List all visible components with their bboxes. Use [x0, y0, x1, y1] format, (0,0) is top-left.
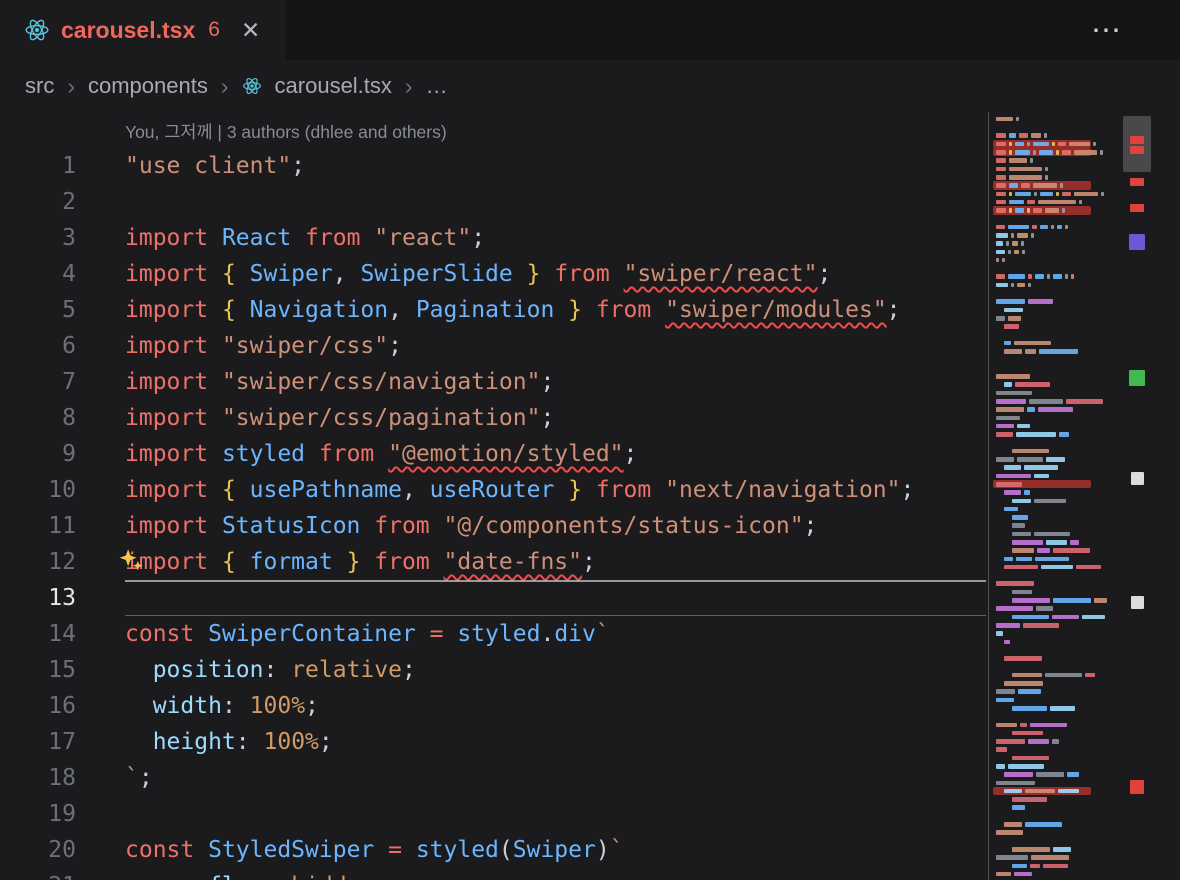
- breadcrumb-src[interactable]: src: [25, 73, 54, 99]
- line-content[interactable]: import { format } from "date-fns";: [125, 544, 986, 580]
- line-number: 12: [0, 544, 76, 580]
- line-content[interactable]: import styled from "@emotion/styled";: [125, 436, 986, 472]
- react-icon: [242, 76, 262, 96]
- line-content[interactable]: import { Swiper, SwiperSlide } from "swi…: [125, 256, 986, 292]
- code-line-11[interactable]: 11 import StatusIcon from "@/components/s…: [0, 508, 986, 544]
- line-content[interactable]: import React from "react";: [125, 220, 986, 256]
- code-line-3[interactable]: 3 import React from "react";: [0, 220, 986, 256]
- line-number: 1: [0, 148, 76, 184]
- code-line-6[interactable]: 6 import "swiper/css";: [0, 328, 986, 364]
- line-number: 2: [0, 184, 76, 220]
- minimap-content: [996, 115, 1118, 878]
- overview-ruler-mark: [1130, 178, 1144, 186]
- line-number: 3: [0, 220, 76, 256]
- overview-ruler-mark: [1130, 146, 1144, 154]
- line-number: 8: [0, 400, 76, 436]
- line-content[interactable]: height: 100%;: [125, 724, 986, 760]
- line-content[interactable]: overflow: hidden;: [125, 868, 986, 880]
- overview-ruler-mark: [1131, 472, 1144, 485]
- line-content[interactable]: import { usePathname, useRouter } from "…: [125, 472, 986, 508]
- code-line-13[interactable]: 13: [0, 580, 986, 616]
- line-number: 20: [0, 832, 76, 868]
- chevron-right-icon: ›: [221, 73, 229, 100]
- code-line-18[interactable]: 18 `;: [0, 760, 986, 796]
- line-number: 18: [0, 760, 76, 796]
- line-content[interactable]: "use client";: [125, 148, 986, 184]
- gitlens-authors-annotation[interactable]: You, 그저께 | 3 authors (dhlee and others): [0, 112, 986, 148]
- more-actions-button[interactable]: ⋯: [1091, 13, 1122, 48]
- line-content[interactable]: [125, 796, 986, 832]
- line-content[interactable]: width: 100%;: [125, 688, 986, 724]
- line-content[interactable]: import { Navigation, Pagination } from "…: [125, 292, 986, 328]
- overview-ruler-mark: [1130, 136, 1144, 144]
- line-number: 5: [0, 292, 76, 328]
- code-line-14[interactable]: 14 const SwiperContainer = styled.div`: [0, 616, 986, 652]
- breadcrumb: src › components › carousel.tsx › …: [0, 60, 1180, 112]
- overview-ruler-mark: [1129, 370, 1145, 386]
- breadcrumb-file[interactable]: carousel.tsx: [275, 73, 392, 99]
- tab-carousel-tsx[interactable]: carousel.tsx 6 ✕: [0, 0, 286, 60]
- overview-ruler-mark: [1129, 234, 1145, 250]
- code-line-1[interactable]: 1 "use client";: [0, 148, 986, 184]
- more-actions-icon: ⋯: [1091, 14, 1122, 47]
- close-icon[interactable]: ✕: [241, 19, 260, 42]
- code-line-2[interactable]: 2: [0, 184, 986, 220]
- breadcrumb-components[interactable]: components: [88, 73, 208, 99]
- chevron-right-icon: ›: [67, 73, 75, 100]
- line-content[interactable]: const StyledSwiper = styled(Swiper)`: [125, 832, 986, 868]
- code-line-19[interactable]: 19: [0, 796, 986, 832]
- line-content[interactable]: import StatusIcon from "@/components/sta…: [125, 508, 986, 544]
- code-line-20[interactable]: 20 const StyledSwiper = styled(Swiper)`: [0, 832, 986, 868]
- line-number: 14: [0, 616, 76, 652]
- vscode-window: carousel.tsx 6 ✕ ⋯ src › components › ca…: [0, 0, 1180, 880]
- scrollbar-thumb[interactable]: [1123, 116, 1151, 172]
- line-number: 10: [0, 472, 76, 508]
- line-number: 11: [0, 508, 76, 544]
- code-line-17[interactable]: 17 height: 100%;: [0, 724, 986, 760]
- sparkle-icon[interactable]: [118, 547, 145, 585]
- code-line-21[interactable]: 21 overflow: hidden;: [0, 868, 986, 880]
- overview-ruler-mark: [1130, 204, 1144, 212]
- code-area[interactable]: 1 "use client"; 23 import React from "react…: [0, 148, 986, 880]
- line-number: 19: [0, 796, 76, 832]
- line-content[interactable]: position: relative;: [125, 652, 986, 688]
- overview-ruler-mark: [1131, 596, 1144, 609]
- code-line-16[interactable]: 16 width: 100%;: [0, 688, 986, 724]
- line-number: 21: [0, 868, 76, 880]
- line-number: 13: [0, 580, 76, 616]
- line-number: 15: [0, 652, 76, 688]
- line-number: 9: [0, 436, 76, 472]
- line-content[interactable]: import "swiper/css/pagination";: [125, 400, 986, 436]
- react-icon: [24, 17, 50, 43]
- code-line-5[interactable]: 5 import { Navigation, Pagination } from …: [0, 292, 986, 328]
- line-number: 17: [0, 724, 76, 760]
- line-number: 4: [0, 256, 76, 292]
- line-number: 6: [0, 328, 76, 364]
- line-content[interactable]: `;: [125, 760, 986, 796]
- line-number: 7: [0, 364, 76, 400]
- chevron-right-icon: ›: [405, 73, 413, 100]
- line-content[interactable]: [125, 184, 986, 220]
- code-line-7[interactable]: 7 import "swiper/css/navigation";: [0, 364, 986, 400]
- minimap[interactable]: [988, 112, 1122, 880]
- editor[interactable]: You, 그저께 | 3 authors (dhlee and others) …: [0, 112, 986, 880]
- line-content[interactable]: import "swiper/css/navigation";: [125, 364, 986, 400]
- breadcrumb-symbol[interactable]: …: [426, 73, 448, 99]
- code-line-15[interactable]: 15 position: relative;: [0, 652, 986, 688]
- tab-problems-badge: 6: [208, 18, 220, 42]
- line-content[interactable]: [125, 580, 986, 616]
- line-content[interactable]: const SwiperContainer = styled.div`: [125, 616, 986, 652]
- tab-filename: carousel.tsx: [61, 17, 195, 44]
- code-line-10[interactable]: 10 import { usePathname, useRouter } from…: [0, 472, 986, 508]
- overview-ruler-mark: [1130, 780, 1144, 794]
- code-line-8[interactable]: 8 import "swiper/css/pagination";: [0, 400, 986, 436]
- overview-ruler: [1122, 112, 1152, 880]
- code-line-12[interactable]: 12 import { format } from "date-fns";: [0, 544, 986, 580]
- code-line-9[interactable]: 9 import styled from "@emotion/styled";: [0, 436, 986, 472]
- tab-bar: carousel.tsx 6 ✕ ⋯: [0, 0, 1180, 60]
- line-content[interactable]: import "swiper/css";: [125, 328, 986, 364]
- code-line-4[interactable]: 4 import { Swiper, SwiperSlide } from "sw…: [0, 256, 986, 292]
- line-number: 16: [0, 688, 76, 724]
